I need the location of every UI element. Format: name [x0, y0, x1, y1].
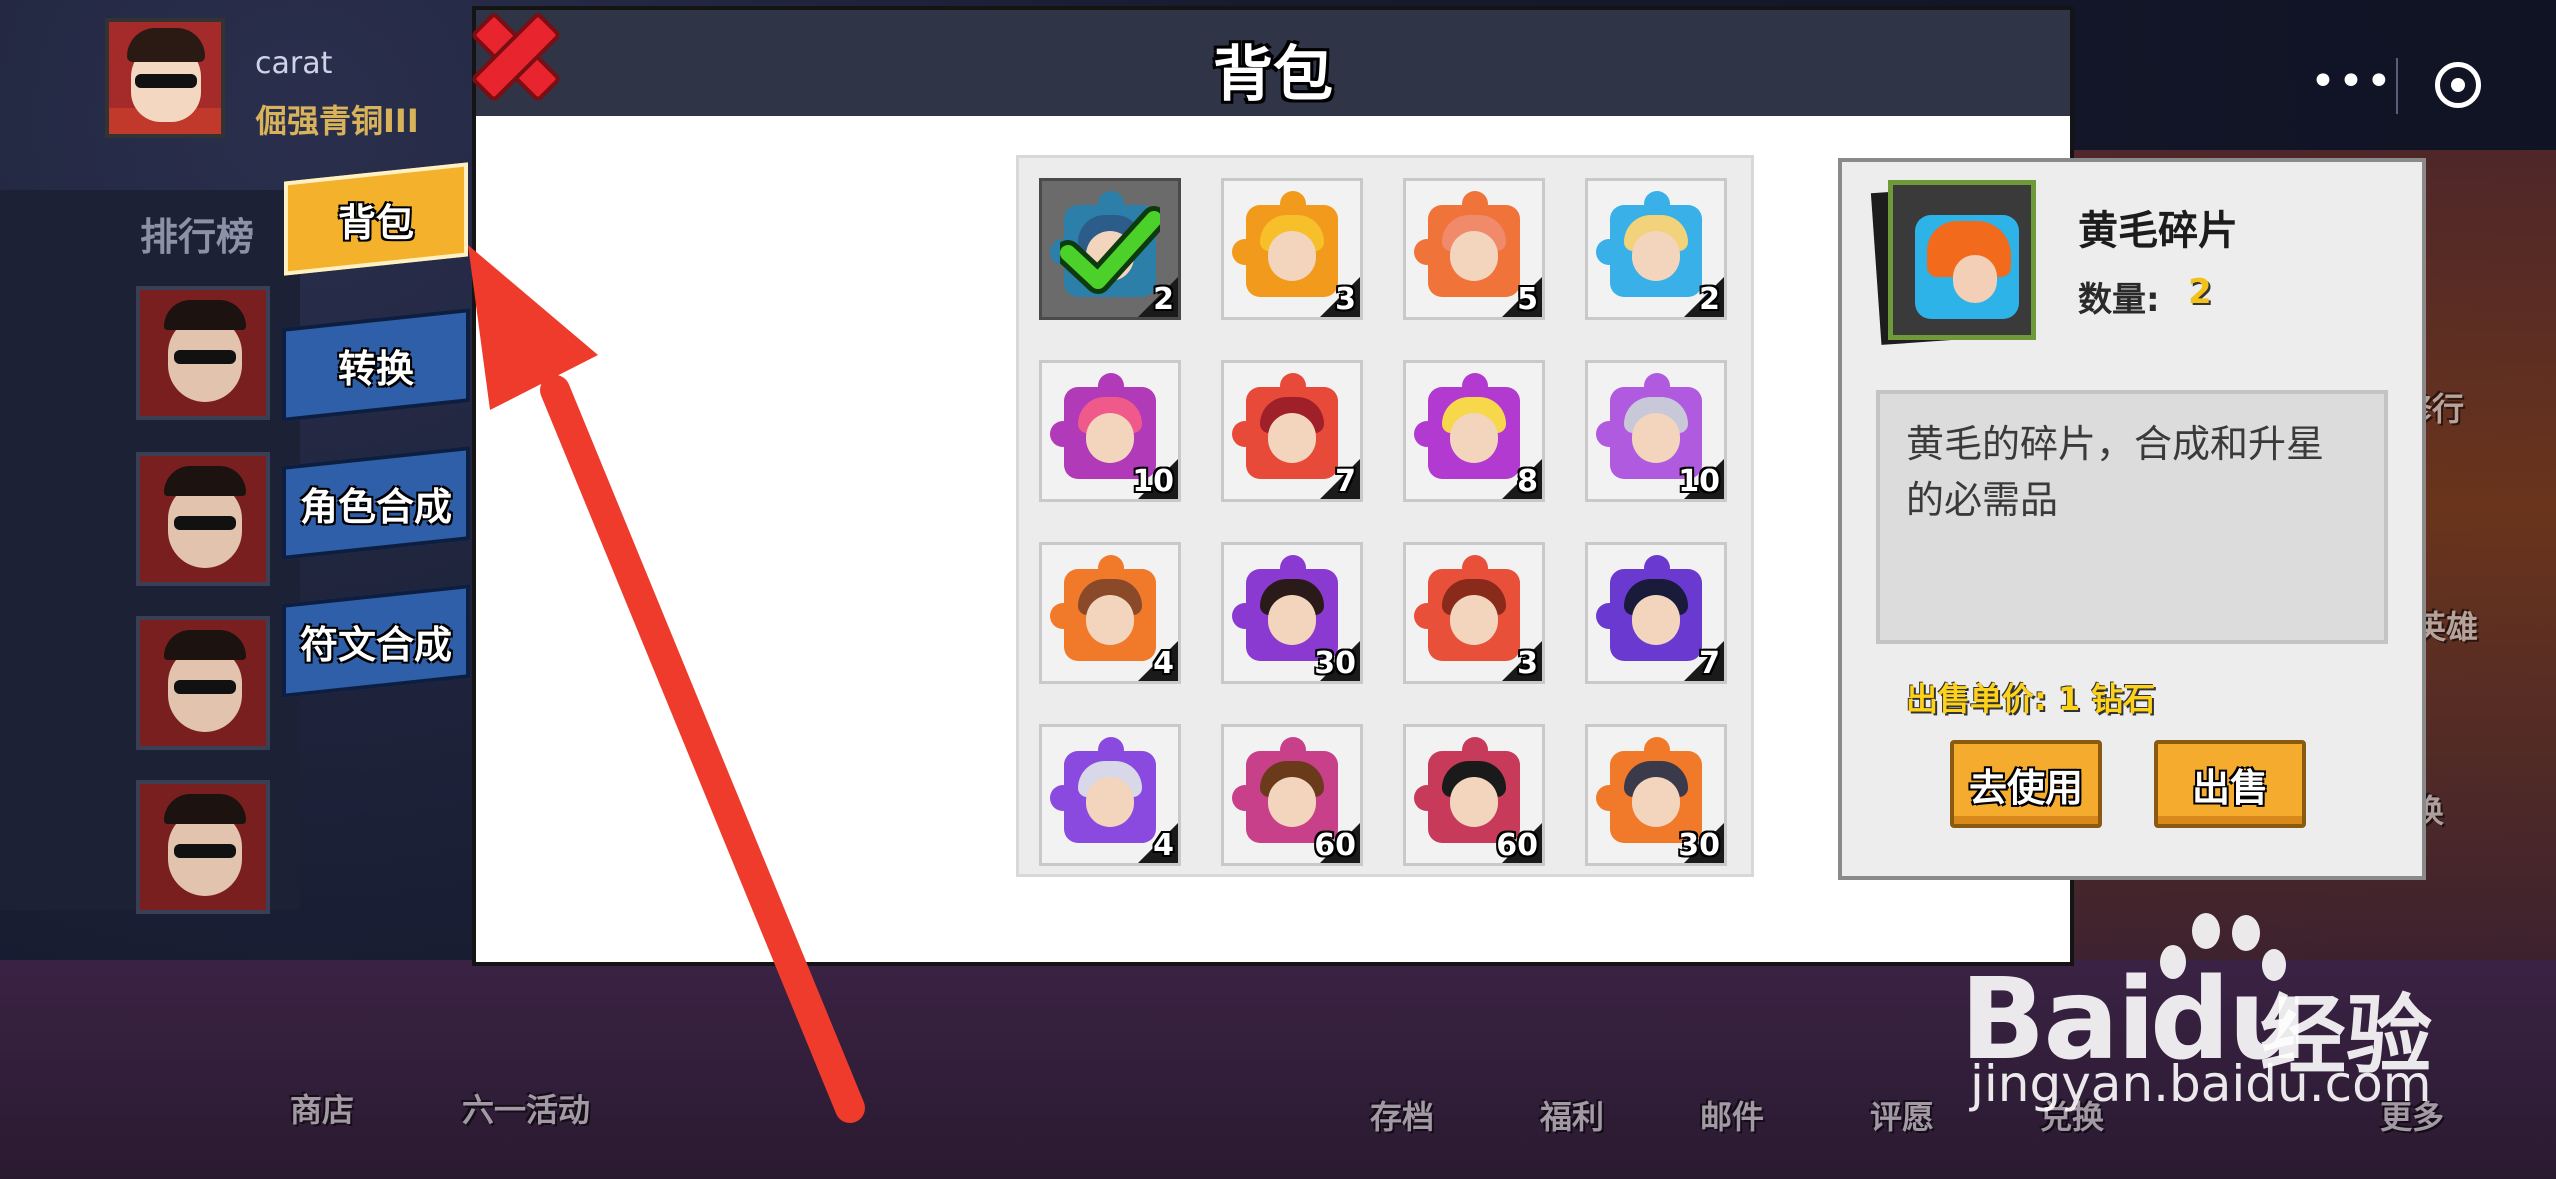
item-count: 4	[1153, 646, 1174, 681]
item-count: 10	[1132, 464, 1174, 499]
inventory-slot[interactable]: 8	[1403, 360, 1545, 502]
item-name: 黄毛碎片	[2078, 208, 2238, 254]
item-description: 黄毛的碎片，合成和升星的必需品	[1876, 390, 2388, 644]
inventory-slot[interactable]: 7	[1585, 542, 1727, 684]
item-count: 60	[1496, 828, 1538, 863]
leaderboard-avatar[interactable]	[136, 286, 270, 420]
close-icon[interactable]	[458, 0, 564, 104]
inventory-slot[interactable]: 3	[1403, 542, 1545, 684]
bottom-welfare[interactable]: 福利	[1540, 1092, 1604, 1138]
inventory-slot[interactable]: 2	[1585, 178, 1727, 320]
baidu-jingyan-watermark: Bai du 经验 jingyan.baidu.com	[1960, 905, 2520, 1115]
watermark-url: jingyan.baidu.com	[1970, 1055, 2432, 1113]
bottom-wish[interactable]: 评愿	[1870, 1092, 1934, 1138]
player-name: carat	[255, 46, 333, 81]
leaderboard-avatar[interactable]	[136, 452, 270, 586]
inventory-slot[interactable]: 30	[1585, 724, 1727, 866]
backpack-modal: 背包 2 3 5 2 10 7 8 10 4 30 3 7 4 60 60 30 黄毛碎片 数量: 2 黄毛的…	[472, 6, 2426, 966]
inventory-slot[interactable]: 2	[1039, 178, 1181, 320]
use-button[interactable]: 去使用	[1950, 740, 2102, 828]
quantity-label: 数量:	[2078, 280, 2160, 320]
tab-rune-compose-label: 符文合成	[299, 622, 452, 667]
inventory-slot[interactable]: 10	[1039, 360, 1181, 502]
bottom-mail[interactable]: 邮件	[1700, 1092, 1764, 1138]
item-count: 2	[1699, 282, 1720, 317]
item-count: 3	[1517, 646, 1538, 681]
mini-program-capsule: •••	[2270, 36, 2481, 132]
tab-rune-compose[interactable]: 符文合成	[282, 584, 470, 698]
inventory-slot[interactable]: 60	[1221, 724, 1363, 866]
modal-header: 背包	[476, 10, 2070, 116]
bottom-shop[interactable]: 商店	[290, 1085, 354, 1131]
item-count: 10	[1678, 464, 1720, 499]
item-detail-panel: 黄毛碎片 数量: 2 黄毛的碎片，合成和升星的必需品 出售单价: 1 钻石 去使…	[1838, 158, 2426, 880]
leaderboard-avatar[interactable]	[136, 780, 270, 914]
inventory-slot[interactable]: 4	[1039, 542, 1181, 684]
modal-title: 背包	[1213, 40, 1333, 110]
item-count: 30	[1314, 646, 1356, 681]
bottom-event[interactable]: 六一活动	[462, 1085, 590, 1131]
tab-backpack-label: 背包	[337, 200, 414, 245]
inventory-slot[interactable]: 30	[1221, 542, 1363, 684]
inventory-slot[interactable]: 4	[1039, 724, 1181, 866]
item-count: 7	[1335, 464, 1356, 499]
player-avatar[interactable]	[105, 18, 225, 138]
quantity-value: 2	[2188, 272, 2212, 312]
item-count: 3	[1335, 282, 1356, 317]
item-count: 4	[1153, 828, 1174, 863]
player-rank: 倔强青铜III	[255, 102, 419, 140]
close-program-icon[interactable]	[2435, 62, 2481, 108]
tab-hero-compose-label: 角色合成	[299, 484, 452, 529]
sell-button[interactable]: 出售	[2154, 740, 2306, 828]
sell-price: 出售单价: 1 钻石	[1906, 680, 2156, 718]
inventory-slot[interactable]: 3	[1221, 178, 1363, 320]
item-count: 7	[1699, 646, 1720, 681]
tab-convert[interactable]: 转换	[282, 308, 470, 422]
inventory-slot[interactable]: 10	[1585, 360, 1727, 502]
inventory-slot[interactable]: 7	[1221, 360, 1363, 502]
tab-convert-label: 转换	[337, 346, 414, 391]
player-card[interactable]: carat 倔强青铜III	[105, 18, 465, 148]
more-icon[interactable]: •••	[2310, 56, 2394, 107]
inventory-slot[interactable]: 60	[1403, 724, 1545, 866]
leaderboard-panel: 排行榜	[0, 190, 300, 914]
item-count: 5	[1517, 282, 1538, 317]
leaderboard-title: 排行榜	[140, 215, 255, 259]
item-count: 30	[1678, 828, 1720, 863]
tab-hero-compose[interactable]: 角色合成	[282, 446, 470, 560]
item-count: 60	[1314, 828, 1356, 863]
leaderboard-avatar[interactable]	[136, 616, 270, 750]
tab-backpack[interactable]: 背包	[284, 162, 468, 276]
check-icon	[1060, 206, 1160, 294]
bottom-save[interactable]: 存档	[1370, 1092, 1434, 1138]
inventory-slot[interactable]: 5	[1403, 178, 1545, 320]
item-count: 8	[1517, 464, 1538, 499]
item-detail-icon	[1870, 176, 2036, 346]
inventory-grid: 2 3 5 2 10 7 8 10 4 30 3 7 4 60 60 30	[1016, 155, 1754, 877]
